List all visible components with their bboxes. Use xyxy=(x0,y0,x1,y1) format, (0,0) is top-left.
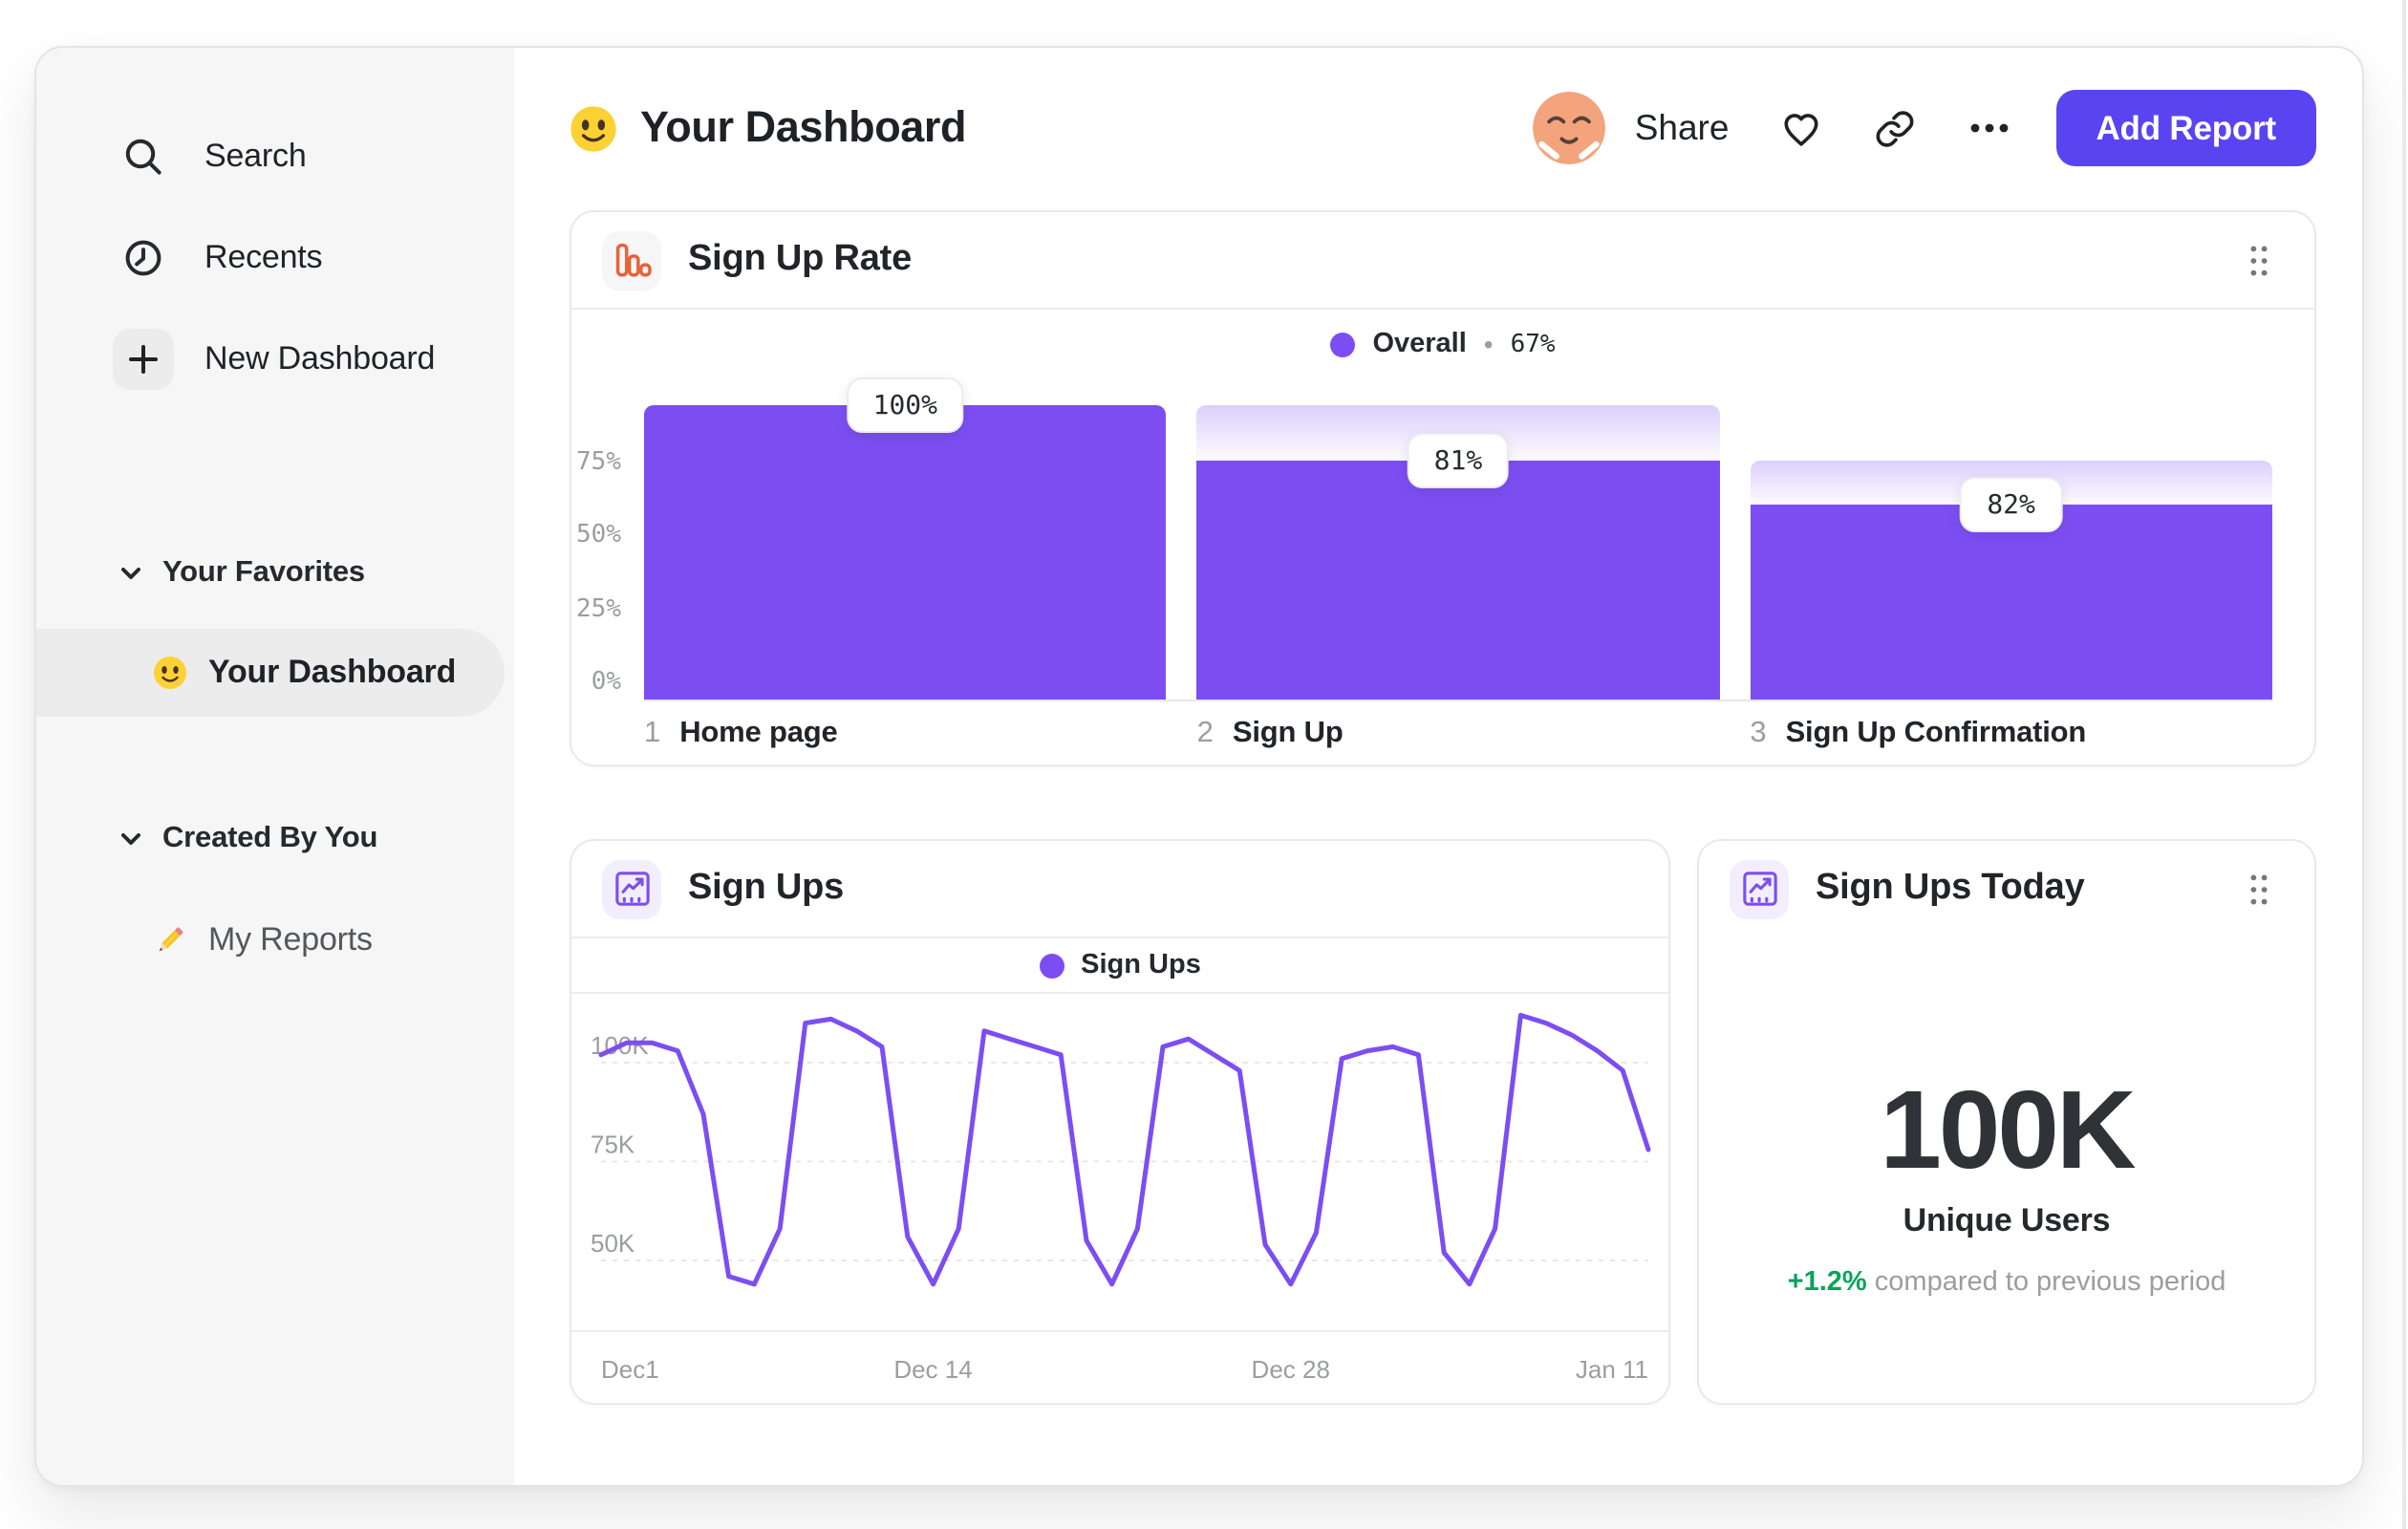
screen: Search Recents New Dashboard Your Favori… xyxy=(0,0,2408,1529)
svg-text:Jan 11: Jan 11 xyxy=(1576,1355,1648,1384)
more-options-icon[interactable] xyxy=(1966,105,2011,151)
card-title: Sign Up Rate xyxy=(688,239,913,279)
sign-ups-card: Sign Ups Sign Ups 100K 75K 50K Dec1 Dec 14 De… xyxy=(570,839,1670,1405)
y-axis-tick: 25% xyxy=(576,594,621,623)
y-axis-tick: 75% xyxy=(576,447,621,476)
plus-icon xyxy=(113,329,174,390)
funnel-column[interactable]: 100% xyxy=(644,377,1167,700)
sidebar-item-search[interactable]: Search xyxy=(36,113,514,201)
funnel-value-label: 81% xyxy=(1407,433,1510,489)
svg-text:Dec 28: Dec 28 xyxy=(1252,1355,1330,1384)
bar-chart-icon xyxy=(602,230,661,290)
add-report-button[interactable]: Add Report xyxy=(2055,90,2316,166)
app-window: Search Recents New Dashboard Your Favori… xyxy=(34,46,2364,1487)
metric-delta: +1.2% compared to previous period xyxy=(1787,1267,2226,1298)
line-chart: 100K 75K 50K Dec1 Dec 14 Dec 28 Jan 11 xyxy=(571,994,1668,1418)
section-created-by-you[interactable]: Created By You xyxy=(36,801,514,877)
card-header: Sign Ups Today xyxy=(1699,841,2314,937)
card-title: Sign Ups xyxy=(688,868,845,908)
header-actions: Share Add Report xyxy=(1533,90,2316,166)
legend-dot xyxy=(1330,332,1356,356)
sidebar-item-my-reports[interactable]: My Reports xyxy=(36,896,505,984)
funnel-bar xyxy=(1196,461,1720,700)
line-chart-icon xyxy=(602,859,661,918)
card-header: Sign Ups xyxy=(571,841,1668,937)
share-button[interactable]: Share xyxy=(1635,107,1730,149)
svg-text:75K: 75K xyxy=(591,1131,635,1159)
metric-label: Unique Users xyxy=(1903,1202,2111,1238)
card-title: Sign Ups Today xyxy=(1816,868,2085,908)
sign-ups-today-card: Sign Ups Today 100K Unique Users +1.2% c… xyxy=(1697,839,2316,1405)
funnel-value-label: 82% xyxy=(1960,477,2062,533)
funnel-step-label: 1 Home page xyxy=(644,717,838,749)
y-axis-tick: 50% xyxy=(576,521,621,549)
funnel-step-labels: 1 Home page 2 Sign Up 3 Sign Up Confirmation xyxy=(644,717,2272,751)
pencil-emoji-icon xyxy=(153,923,187,958)
page-header: Your Dashboard Share Add Report xyxy=(570,90,2316,166)
drag-handle-icon[interactable] xyxy=(2249,872,2268,905)
funnel-step-label: 2 Sign Up xyxy=(1196,717,1344,749)
sign-up-rate-card: Sign Up Rate Overall • 67% 75% 50% 25% 0% 10… xyxy=(570,210,2316,766)
main-content: Your Dashboard Share Add Report Sign Up … xyxy=(514,48,2362,1485)
smiley-emoji-icon xyxy=(570,104,617,152)
funnel-legend: Overall • 67% xyxy=(571,310,2314,378)
y-axis-tick: 0% xyxy=(591,668,621,697)
sidebar-item-recents[interactable]: Recents xyxy=(36,214,514,302)
legend-dot xyxy=(1039,953,1064,978)
sidebar-item-label: New Dashboard xyxy=(204,340,436,377)
funnel-value-label: 100% xyxy=(846,377,965,433)
funnel-column[interactable]: 82% xyxy=(1750,405,2272,700)
search-icon xyxy=(113,126,174,187)
drag-handle-icon[interactable] xyxy=(2249,244,2268,276)
favorite-heart-icon[interactable] xyxy=(1778,106,1822,150)
chevron-down-icon xyxy=(121,833,140,845)
funnel-bar xyxy=(1750,505,2272,700)
funnel-column[interactable]: 81% xyxy=(1196,405,1720,700)
svg-text:Dec 14: Dec 14 xyxy=(893,1355,972,1384)
funnel-bar xyxy=(644,405,1167,700)
sidebar-item-label: Recents xyxy=(204,239,323,275)
funnel-step-label: 3 Sign Up Confirmation xyxy=(1750,717,2087,749)
card-header: Sign Up Rate xyxy=(571,212,2314,308)
line-legend: Sign Ups xyxy=(571,938,1668,992)
sidebar-item-new-dashboard[interactable]: New Dashboard xyxy=(36,315,514,403)
smiley-emoji-icon xyxy=(153,656,187,690)
page-title: Your Dashboard xyxy=(640,103,967,151)
clock-icon xyxy=(113,227,174,289)
sidebar-item-label: Search xyxy=(204,138,307,174)
svg-text:50K: 50K xyxy=(591,1229,635,1258)
copy-link-icon[interactable] xyxy=(1872,106,1916,150)
avatar[interactable] xyxy=(1533,92,1606,164)
svg-text:Dec1: Dec1 xyxy=(601,1355,659,1384)
sidebar: Search Recents New Dashboard Your Favori… xyxy=(36,48,514,1485)
section-your-favorites[interactable]: Your Favorites xyxy=(36,535,514,612)
sidebar-item-your-dashboard[interactable]: Your Dashboard xyxy=(36,629,505,717)
line-chart-icon xyxy=(1730,859,1789,918)
chevron-down-icon xyxy=(121,568,140,579)
screen-edge xyxy=(2401,0,2405,1529)
funnel-plot: 75% 50% 25% 0% 100% 81% 82% xyxy=(576,377,2272,700)
metric-value: 100K xyxy=(1880,1068,2136,1193)
